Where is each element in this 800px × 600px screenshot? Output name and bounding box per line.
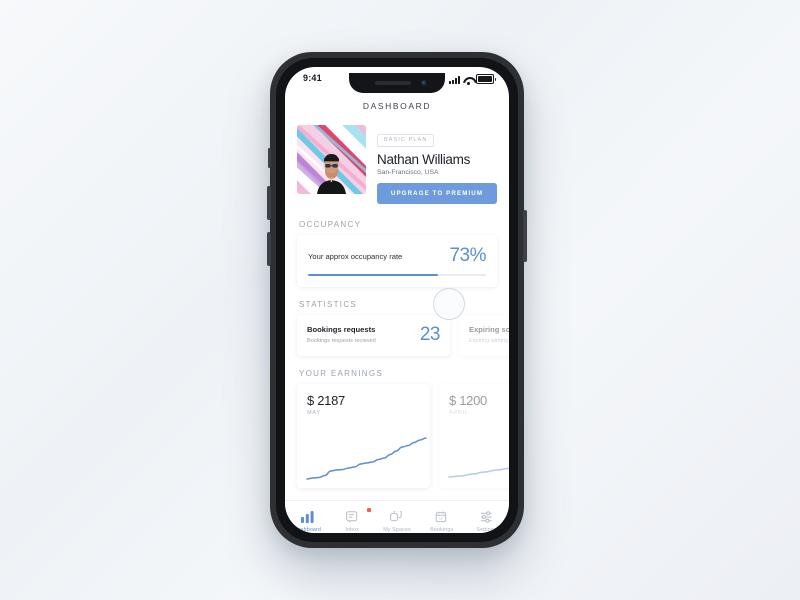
phone-bezel: 9:41 DASHBOARD BASIC PLAN Nathan William… <box>276 58 518 542</box>
volume-up-button[interactable] <box>267 186 271 220</box>
section-label-occupancy: OCCUPANCY <box>299 219 362 229</box>
stat-card-title: Expiring soon <box>469 324 509 334</box>
cellular-signal-icon <box>449 76 460 84</box>
earnings-card-april[interactable]: $ 1200 APRIL <box>439 383 509 488</box>
earnings-amount: $ 2187 <box>307 392 345 408</box>
upgrade-to-premium-button[interactable]: UPGRAGE TO PREMIUM <box>377 182 497 204</box>
tab-settings[interactable]: Settings <box>464 509 509 533</box>
wifi-icon <box>463 76 473 85</box>
copy-squares-icon <box>375 509 420 524</box>
stat-card-subtitle: Expiring withing 30 days <box>469 337 509 344</box>
svg-text:12: 12 <box>439 516 443 520</box>
profile-info: BASIC PLAN Nathan Williams San-Francisco… <box>377 125 497 204</box>
silent-switch-button[interactable] <box>268 148 271 168</box>
profile-name: Nathan Williams <box>377 151 471 167</box>
cursor-indicator <box>433 288 465 320</box>
earnings-amount: $ 1200 <box>449 392 487 408</box>
bar-chart-icon <box>285 509 330 524</box>
phone-device-frame: 9:41 DASHBOARD BASIC PLAN Nathan William… <box>267 52 527 548</box>
occupancy-progress-bar <box>308 273 486 276</box>
earnings-month: MAY <box>307 409 321 416</box>
stat-card-subtitle: Bookings requests recieved <box>307 337 376 344</box>
section-label-statistics: STATISTICS <box>299 299 358 309</box>
power-button[interactable] <box>523 210 527 262</box>
occupancy-card: Your approx occupancy rate 73% <box>297 234 497 287</box>
bottom-tab-bar: Dashboard Inbox My Spaces 12 Bookings Se… <box>285 500 509 533</box>
earnings-card-may[interactable]: $ 2187 MAY <box>297 383 430 488</box>
sliders-icon <box>464 509 509 524</box>
chat-bubble-icon <box>330 508 375 524</box>
status-time: 9:41 <box>303 73 322 83</box>
notification-badge-dot <box>367 508 371 512</box>
earnings-line-chart-may <box>297 426 430 488</box>
screenshot-canvas: 9:41 DASHBOARD BASIC PLAN Nathan William… <box>0 0 800 600</box>
phone-screen: 9:41 DASHBOARD BASIC PLAN Nathan William… <box>285 67 509 533</box>
tab-inbox[interactable]: Inbox <box>330 508 375 533</box>
battery-icon <box>476 74 496 84</box>
calendar-icon: 12 <box>419 509 464 524</box>
status-indicators <box>449 74 496 85</box>
tab-label: Settings <box>476 527 497 533</box>
tab-label: Inbox <box>345 527 360 533</box>
occupancy-caption: Your approx occupancy rate <box>308 251 403 261</box>
profile-location: San-Francisco, USA <box>377 168 439 176</box>
avatar <box>297 125 366 194</box>
stat-card-title: Bookings requests <box>307 324 376 334</box>
page-title: DASHBOARD <box>362 101 432 111</box>
tab-label: Dashboard <box>293 527 322 533</box>
earnings-line-chart-april <box>439 426 509 488</box>
volume-down-button[interactable] <box>267 232 271 266</box>
profile-header: BASIC PLAN Nathan Williams San-Francisco… <box>285 111 509 204</box>
tab-label: Bookings <box>430 527 454 533</box>
statistics-card-row: Bookings requests Bookings requests reci… <box>285 314 509 356</box>
section-label-earnings: YOUR EARNINGS <box>299 368 384 378</box>
status-badge: BASIC PLAN <box>377 133 435 147</box>
status-bar: 9:41 <box>285 67 509 93</box>
app-content: DASHBOARD BASIC PLAN Nathan Williams San… <box>285 101 509 533</box>
tab-dashboard[interactable]: Dashboard <box>285 509 330 533</box>
tab-bookings[interactable]: 12 Bookings <box>419 509 464 533</box>
tab-my-spaces[interactable]: My Spaces <box>375 509 420 533</box>
earnings-card-row: $ 2187 MAY $ 1200 APRIL <box>285 383 509 488</box>
tab-label: My Spaces <box>383 527 411 533</box>
occupancy-progress-fill <box>308 273 438 276</box>
stat-card-value: 23 <box>419 323 441 345</box>
occupancy-value: 73% <box>449 244 486 266</box>
earnings-month: APRIL <box>449 409 469 416</box>
stat-card-bookings-requests[interactable]: Bookings requests Bookings requests reci… <box>297 314 450 356</box>
stat-card-expiring-soon[interactable]: Expiring soon Expiring withing 30 days <box>459 314 509 356</box>
